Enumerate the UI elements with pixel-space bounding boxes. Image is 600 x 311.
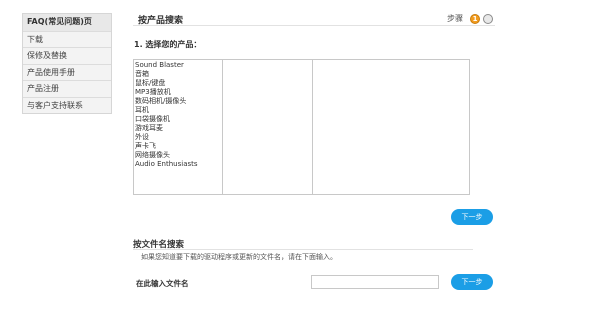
sidebar-nav: FAQ(常见问题)页 下载 保修及替换 产品使用手册 产品注册 与客户支持联系 — [22, 13, 112, 114]
list-item[interactable]: 游戏耳麦 — [135, 124, 222, 133]
step-indicator: 步骤 1 — [447, 12, 493, 25]
list-item[interactable]: 外设 — [135, 133, 222, 142]
steps-label: 步骤 — [447, 14, 463, 23]
sidebar-item-downloads[interactable]: 下载 — [23, 30, 111, 47]
product-series-list[interactable] — [222, 59, 313, 195]
product-search-title: 按产品搜索 — [138, 16, 184, 26]
filename-input[interactable] — [311, 275, 439, 289]
list-item[interactable]: MP3播放机 — [135, 88, 222, 97]
sidebar-item-contact-support[interactable]: 与客户支持联系 — [23, 96, 111, 113]
product-model-list[interactable] — [312, 59, 470, 195]
next-step-button[interactable]: 下一步 — [451, 209, 493, 225]
step-2-inactive-icon — [483, 13, 493, 24]
list-item[interactable]: 鼠标/键盘 — [135, 79, 222, 88]
main-content: 按产品搜索 步骤 1 1. 选择您的产品： Sound Blaster 音箱 鼠… — [133, 12, 495, 290]
list-item[interactable]: Audio Enthusiasts — [135, 160, 222, 169]
sidebar-item-faq[interactable]: FAQ(常见问题)页 — [23, 14, 111, 31]
product-search-header: 按产品搜索 步骤 1 — [133, 12, 495, 26]
file-search-description: 如果您知道要下载的驱动程序或更新的文件名，请在下面输入。 — [141, 253, 337, 261]
list-item[interactable]: 音箱 — [135, 70, 222, 79]
file-search-title: 按文件名搜索 — [133, 238, 473, 250]
filename-input-label: 在此输入文件名 — [136, 279, 189, 288]
select-product-prompt: 1. 选择您的产品： — [134, 40, 202, 49]
product-category-list[interactable]: Sound Blaster 音箱 鼠标/键盘 MP3播放机 数码相机/摄像头 耳… — [133, 59, 223, 195]
list-item[interactable]: 口袋摄像机 — [135, 115, 222, 124]
step-1-active-icon: 1 — [470, 13, 480, 24]
sidebar-item-registration[interactable]: 产品注册 — [23, 80, 111, 97]
list-item[interactable]: 声卡飞 — [135, 142, 222, 151]
list-item[interactable]: 数码相机/摄像头 — [135, 97, 222, 106]
sidebar-item-manuals[interactable]: 产品使用手册 — [23, 63, 111, 80]
list-item[interactable]: 耳机 — [135, 106, 222, 115]
list-item[interactable]: Sound Blaster — [135, 61, 222, 70]
list-item[interactable]: 网络摄像头 — [135, 151, 222, 160]
product-selectors: Sound Blaster 音箱 鼠标/键盘 MP3播放机 数码相机/摄像头 耳… — [133, 59, 470, 195]
sidebar-item-warranty[interactable]: 保修及替换 — [23, 47, 111, 64]
file-search-section: 按文件名搜索 如果您知道要下载的驱动程序或更新的文件名，请在下面输入。 — [133, 238, 473, 262]
file-search-next-button[interactable]: 下一步 — [451, 274, 493, 290]
